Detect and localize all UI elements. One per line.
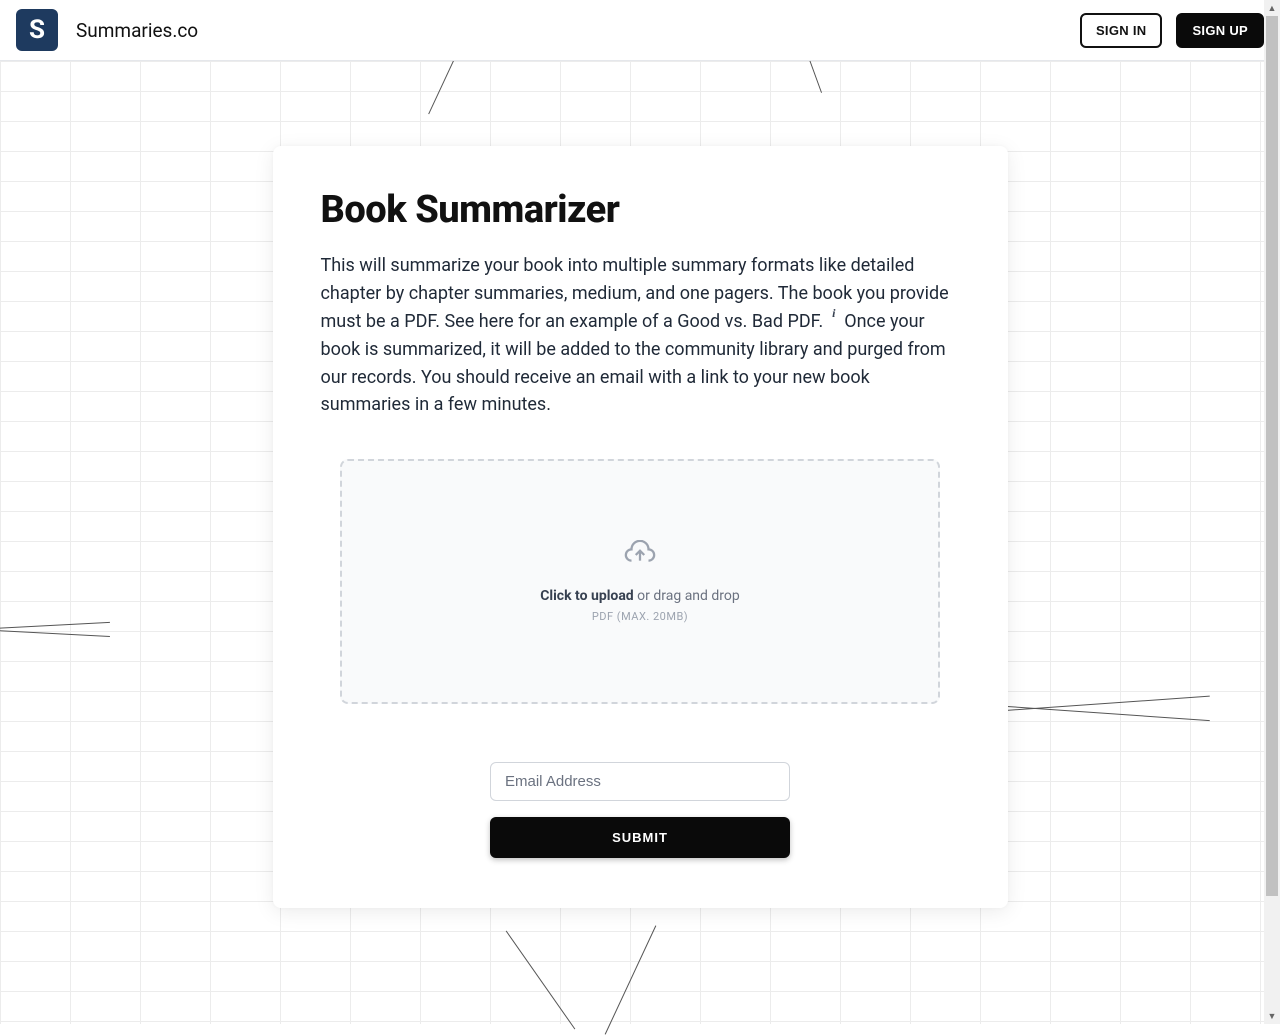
upload-text: Click to upload or drag and drop [540,588,740,604]
logo[interactable]: S [16,9,58,51]
main-card: Book Summarizer This will summarize your… [273,146,1008,908]
logo-letter: S [29,15,45,45]
sign-in-button[interactable]: SIGN IN [1080,13,1163,48]
scrollbar-up-icon[interactable]: ▲ [1264,0,1280,16]
sign-up-button[interactable]: SIGN UP [1176,13,1264,48]
header-right: SIGN IN SIGN UP [1080,13,1264,48]
page-title: Book Summarizer [321,188,960,232]
submit-button[interactable]: SUBMIT [490,817,790,858]
brand-name[interactable]: Summaries.co [76,19,198,42]
description: This will summarize your book into multi… [321,252,960,419]
upload-hint: PDF (MAX. 20MB) [592,610,688,623]
email-field[interactable] [490,762,790,801]
scrollbar[interactable]: ▲ ▼ [1264,0,1280,1024]
cloud-upload-icon [623,540,657,570]
header: S Summaries.co SIGN IN SIGN UP [0,0,1280,61]
info-icon[interactable]: i [828,307,840,319]
file-dropzone[interactable]: Click to upload or drag and drop PDF (MA… [340,459,940,704]
scrollbar-down-icon[interactable]: ▼ [1264,1008,1280,1024]
upload-text-rest: or drag and drop [634,588,740,604]
header-left: S Summaries.co [16,9,198,51]
upload-text-bold: Click to upload [540,588,633,604]
scrollbar-thumb[interactable] [1266,16,1278,896]
